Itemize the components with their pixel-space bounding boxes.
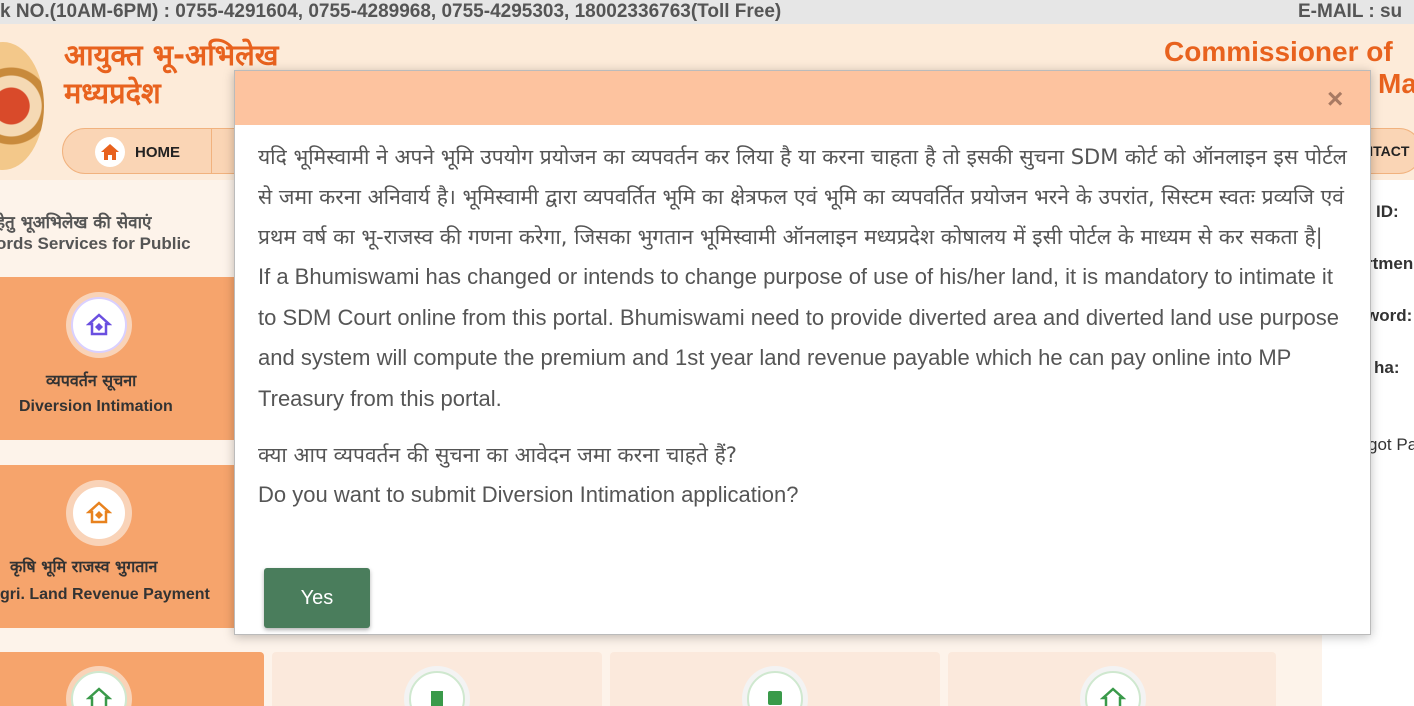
nav-home[interactable]: HOME — [95, 137, 180, 167]
close-icon[interactable]: × — [1327, 83, 1343, 115]
bus-icon — [742, 666, 808, 706]
dialog-message-english: If a Bhumiswami has changed or intends t… — [258, 264, 1340, 411]
helpline-text: k NO.(10AM-6PM) : 0755-4291604, 0755-428… — [0, 1, 782, 22]
site-title-hindi-line1: आयुक्त भू-अभिलेख — [64, 38, 279, 72]
service-card-bottom-1[interactable] — [0, 652, 264, 706]
home-service-icon — [1080, 666, 1146, 706]
service-card-diversion-hindi: व्यपवर्तन सूचना — [46, 371, 137, 390]
dialog-header: × — [235, 71, 1370, 125]
service-card-bottom-3[interactable] — [610, 652, 940, 706]
dialog-message-hindi: यदि भूमिस्वामी ने अपने भूमि उपयोग प्रयोज… — [258, 145, 1347, 249]
land-revenue-icon — [66, 480, 132, 546]
yes-button[interactable]: Yes — [264, 568, 370, 628]
login-password-label: word: — [1366, 306, 1413, 325]
home-icon — [95, 137, 125, 167]
service-card-land-revenue[interactable]: कृषि भूमि राजस्व भुगतान gri. Land Revenu… — [0, 465, 262, 628]
dialog-body: यदि भूमिस्वामी ने अपने भूमि उपयोग प्रयोज… — [258, 137, 1353, 515]
login-captcha-label: ha: — [1374, 358, 1400, 377]
email-text: E-MAIL : su — [1298, 1, 1403, 22]
diversion-icon — [66, 292, 132, 358]
diversion-intimation-dialog: × यदि भूमिस्वामी ने अपने भूमि उपयोग प्रय… — [234, 70, 1371, 635]
services-heading-hindi: हेतु भूअभिलेख की सेवाएं — [0, 213, 152, 233]
document-icon — [404, 666, 470, 706]
service-card-diversion[interactable]: व्यपवर्तन सूचना Diversion Intimation — [0, 277, 262, 440]
site-title-english-line2: Ma — [1378, 68, 1414, 99]
service-card-land-revenue-hindi: कृषि भूमि राजस्व भुगतान — [10, 557, 158, 576]
nav-divider — [211, 129, 212, 173]
service-card-diversion-english: Diversion Intimation — [19, 398, 173, 415]
dialog-question-hindi: क्या आप व्यपवर्तन की सुचना का आवेदन जमा … — [258, 443, 737, 467]
login-id-label: ID: — [1376, 202, 1399, 221]
service-card-land-revenue-english: gri. Land Revenue Payment — [0, 586, 210, 603]
dialog-question-english: Do you want to submit Diversion Intimati… — [258, 482, 799, 507]
forgot-password-link[interactable]: got Pa — [1368, 435, 1414, 455]
service-card-bottom-2[interactable] — [272, 652, 602, 706]
service-card-bottom-4[interactable] — [948, 652, 1276, 706]
government-logo — [0, 42, 44, 170]
house-icon — [66, 666, 132, 706]
login-department-label: rtmen — [1366, 254, 1414, 273]
site-title-english: Commissioner of — [1164, 36, 1393, 67]
top-info-bar: k NO.(10AM-6PM) : 0755-4291604, 0755-428… — [0, 0, 1414, 24]
services-heading-english: ords Services for Public — [0, 234, 191, 253]
nav-home-label: HOME — [135, 143, 180, 161]
